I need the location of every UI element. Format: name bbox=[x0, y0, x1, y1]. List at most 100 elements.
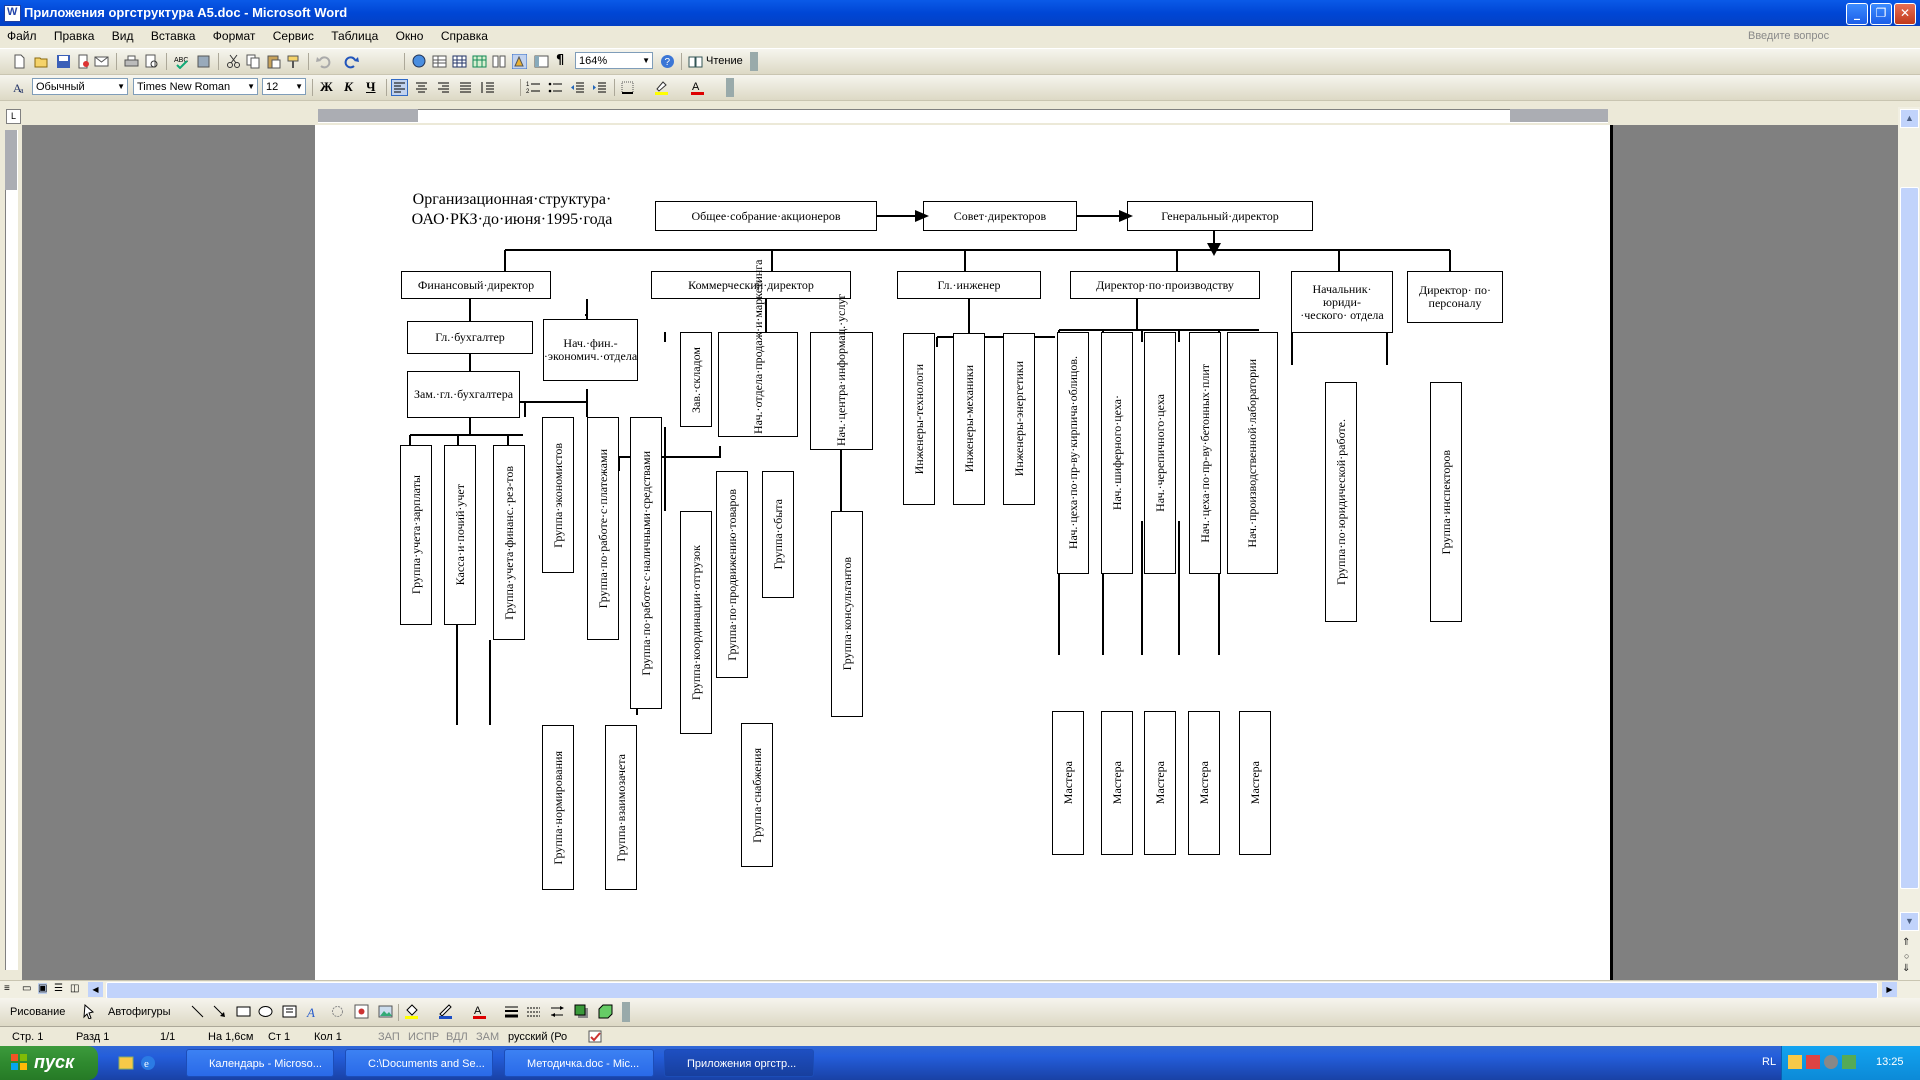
tray-volume-icon[interactable] bbox=[1824, 1055, 1838, 1069]
scroll-right-button[interactable]: ▶ bbox=[1882, 982, 1897, 997]
borders-icon[interactable] bbox=[620, 80, 635, 95]
redo-icon[interactable] bbox=[344, 54, 359, 69]
font-size-select[interactable]: 12 ▼ bbox=[262, 78, 306, 95]
document-page[interactable]: Организационная·структура· ОАО·РКЗ·до·ию… bbox=[315, 125, 1613, 980]
line-tool-icon[interactable] bbox=[190, 1004, 205, 1019]
horizontal-scrollbar[interactable]: ≡ ▭ ▣ ☰ ◫ ◀ ▶ bbox=[0, 980, 1920, 999]
insert-table-icon[interactable] bbox=[452, 54, 467, 69]
doc-map-icon[interactable] bbox=[534, 54, 549, 69]
rectangle-tool-icon[interactable] bbox=[236, 1004, 251, 1019]
outline-view-icon[interactable]: ☰ bbox=[54, 983, 63, 994]
format-painter-icon[interactable] bbox=[286, 54, 301, 69]
paste-icon[interactable] bbox=[266, 54, 281, 69]
task-metodichka[interactable]: Методичка.doc - Mic... bbox=[504, 1049, 654, 1077]
scroll-down-button[interactable]: ▼ bbox=[1900, 912, 1919, 931]
maximize-button[interactable]: ❐ bbox=[1870, 3, 1892, 25]
scroll-left-button[interactable]: ◀ bbox=[88, 982, 103, 997]
menu-insert[interactable]: Вставка bbox=[144, 26, 203, 43]
vertical-ruler[interactable] bbox=[0, 125, 22, 980]
align-left-icon[interactable] bbox=[391, 79, 408, 96]
save-icon[interactable] bbox=[56, 54, 71, 69]
normal-view-icon[interactable]: ≡ bbox=[4, 983, 10, 994]
task-active-document[interactable]: Приложения оргстр... bbox=[664, 1049, 814, 1077]
horizontal-ruler[interactable]: L bbox=[0, 107, 1920, 125]
style-select[interactable]: Обычный ▼ bbox=[32, 78, 128, 95]
menu-help[interactable]: Справка bbox=[434, 26, 495, 43]
underline-icon[interactable]: Ч bbox=[366, 79, 376, 95]
clipart-tool-icon[interactable] bbox=[354, 1004, 369, 1019]
open-icon[interactable] bbox=[34, 54, 49, 69]
word-icon[interactable] bbox=[4, 5, 21, 22]
arrow-tool-icon[interactable] bbox=[212, 1004, 227, 1019]
scroll-thumb[interactable] bbox=[1900, 187, 1919, 889]
menu-window[interactable]: Окно bbox=[389, 26, 431, 43]
justify-icon[interactable] bbox=[458, 80, 473, 95]
ie-quicklaunch-icon[interactable]: e bbox=[140, 1055, 156, 1071]
prev-page-icon[interactable]: ⇑ bbox=[1902, 937, 1910, 948]
tables-borders-icon[interactable] bbox=[432, 54, 447, 69]
reading-view-icon[interactable]: ◫ bbox=[70, 983, 79, 994]
drawing-options-icon[interactable] bbox=[622, 1002, 630, 1022]
web-view-icon[interactable]: ▭ bbox=[22, 983, 31, 994]
clock[interactable]: 13:25 bbox=[1876, 1056, 1904, 1068]
fill-color-icon[interactable] bbox=[404, 1004, 419, 1019]
decrease-indent-icon[interactable] bbox=[570, 80, 585, 95]
picture-tool-icon[interactable] bbox=[378, 1004, 393, 1019]
status-overtype[interactable]: ЗАМ bbox=[476, 1031, 499, 1043]
email-icon[interactable] bbox=[94, 54, 109, 69]
line-color-icon[interactable] bbox=[438, 1004, 453, 1019]
tray-app-icon[interactable] bbox=[1788, 1055, 1802, 1069]
menu-file[interactable]: Файл bbox=[0, 26, 44, 43]
styles-pane-icon[interactable]: Aa bbox=[12, 80, 27, 95]
insert-excel-icon[interactable] bbox=[472, 54, 487, 69]
minimize-button[interactable]: _ bbox=[1846, 3, 1868, 25]
increase-indent-icon[interactable] bbox=[592, 80, 607, 95]
help-icon[interactable]: ? bbox=[660, 54, 675, 69]
browse-object-icon[interactable]: ○ bbox=[1904, 951, 1909, 961]
close-button[interactable]: ✕ bbox=[1894, 3, 1916, 25]
status-track[interactable]: ИСПР bbox=[408, 1031, 439, 1043]
draw-menu[interactable]: Рисование bbox=[10, 1006, 65, 1018]
start-button[interactable]: пуск bbox=[0, 1046, 98, 1080]
tray-antivirus-icon[interactable] bbox=[1806, 1055, 1820, 1069]
oval-tool-icon[interactable] bbox=[258, 1004, 273, 1019]
vertical-scrollbar[interactable]: ▲ ▼ ⇑ ○ ⇓ bbox=[1898, 107, 1920, 980]
spelling-icon[interactable]: ABC bbox=[174, 54, 189, 69]
numbering-icon[interactable]: 12 bbox=[526, 80, 541, 95]
bold-icon[interactable]: Ж bbox=[320, 79, 333, 95]
outlook-quicklaunch-icon[interactable] bbox=[118, 1055, 134, 1071]
menu-edit[interactable]: Правка bbox=[47, 26, 102, 43]
shadow-style-icon[interactable] bbox=[574, 1004, 589, 1019]
line-spacing-icon[interactable] bbox=[480, 80, 495, 95]
spelling-status-icon[interactable] bbox=[588, 1030, 603, 1044]
help-search-input[interactable]: Введите вопрос bbox=[1748, 30, 1898, 44]
permission-icon[interactable] bbox=[76, 54, 91, 69]
bullets-icon[interactable] bbox=[548, 80, 563, 95]
scroll-up-button[interactable]: ▲ bbox=[1900, 109, 1919, 128]
tray-network-icon[interactable] bbox=[1842, 1055, 1856, 1069]
menu-tools[interactable]: Сервис bbox=[266, 26, 321, 43]
3d-style-icon[interactable] bbox=[598, 1004, 613, 1019]
dash-style-icon[interactable] bbox=[526, 1004, 541, 1019]
font-color-icon[interactable]: A bbox=[690, 80, 705, 95]
wordart-tool-icon[interactable]: A bbox=[306, 1004, 321, 1019]
diagram-tool-icon[interactable] bbox=[330, 1004, 345, 1019]
line-style-icon[interactable] bbox=[504, 1004, 519, 1019]
zoom-select[interactable]: 164% ▼ bbox=[575, 52, 653, 69]
drawing-font-color-icon[interactable]: A bbox=[472, 1004, 487, 1019]
autoshapes-menu[interactable]: Автофигуры bbox=[108, 1006, 171, 1018]
tab-selector-icon[interactable]: L bbox=[6, 109, 21, 124]
status-language[interactable]: русский (Ро bbox=[508, 1031, 567, 1043]
status-extend[interactable]: ВДЛ bbox=[446, 1031, 468, 1043]
next-page-icon[interactable]: ⇓ bbox=[1902, 963, 1910, 974]
italic-icon[interactable]: К bbox=[344, 79, 353, 95]
h-scroll-thumb[interactable] bbox=[106, 982, 1878, 999]
research-icon[interactable] bbox=[196, 54, 211, 69]
print-layout-icon[interactable]: ▣ bbox=[38, 983, 48, 994]
align-right-icon[interactable] bbox=[436, 80, 451, 95]
show-formatting-icon[interactable]: ¶ bbox=[556, 53, 564, 68]
select-objects-icon[interactable] bbox=[82, 1004, 97, 1019]
undo-icon[interactable] bbox=[316, 54, 331, 69]
arrow-style-icon[interactable] bbox=[550, 1004, 565, 1019]
hyperlink-icon[interactable] bbox=[412, 54, 427, 69]
